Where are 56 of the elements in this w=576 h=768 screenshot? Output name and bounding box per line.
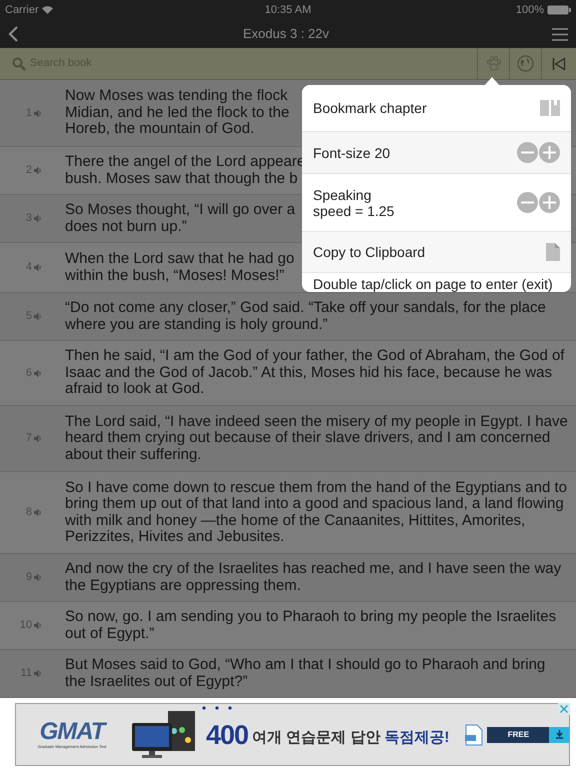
search-icon <box>12 56 26 70</box>
verse-text: Horeb, the mountain of God. <box>65 121 254 138</box>
verse-text: Midian, and he led the flock to the <box>65 104 290 122</box>
document-icon[interactable] <box>546 243 560 261</box>
verse-text: “Do not come any closer,” God said. “Take off your sandals, for the place where you are standing is holy ground.” <box>65 300 547 333</box>
menu-item-label[interactable]: Font-size 20 <box>313 144 390 160</box>
speaker-icon[interactable] <box>34 368 42 378</box>
speaker-icon[interactable] <box>34 669 42 678</box>
speaker-icon[interactable] <box>34 621 42 630</box>
ad-headline: 400 여개 연습문제 답안 독점제공! <box>206 720 450 748</box>
minus-icon[interactable] <box>517 192 538 213</box>
speaker-icon[interactable] <box>34 434 42 443</box>
plus-icon[interactable] <box>539 142 560 163</box>
verse-text: When the Lord saw that he had go <box>65 251 294 268</box>
menu-item-label[interactable]: Speaking speed = 1.25 <box>313 186 394 218</box>
book-icon[interactable] <box>540 99 560 117</box>
speaker-icon[interactable] <box>34 108 42 118</box>
plus-icon[interactable] <box>539 192 560 213</box>
verse-text: So I have come down to rescue them from the hand of the Egyptians and to bring them up out of that land into a good and spacious land, a land flowing with milk and honey —the home of the Canaanites, Hittites, Amorites, Perizzites, Hivites and Jebusites. <box>65 480 568 546</box>
close-icon[interactable] <box>558 703 570 715</box>
verse-text: within the bush, “Moses! Moses!” <box>65 268 284 284</box>
clock: 10:35 AM <box>264 2 312 18</box>
verse-text: But Moses said to God, “Who am I that I should go to Pharaoh and bring the Israelites out of Egypt?” <box>65 657 546 690</box>
menu-icon[interactable] <box>552 28 568 40</box>
skip-back-icon[interactable] <box>552 56 566 70</box>
paw-icon[interactable] <box>486 56 502 71</box>
verse-text: bush. Moses saw that though the b <box>65 170 298 187</box>
hint-text: Double tap/click on page to enter (exit) <box>313 276 553 292</box>
ad-logo: GMAT <box>40 720 104 744</box>
verse-text: The Lord said, “I have indeed seen the misery of my people in Egypt. I have heard them crying out because of their slave drivers, and I am concerned about their suffering. <box>65 414 569 464</box>
monitor-drawing <box>132 710 198 758</box>
screen-title: Exodus 3 : 22v <box>242 25 330 44</box>
back-icon[interactable] <box>8 26 20 42</box>
verse-text: And now the cry of the Israelites has reached me, and I have seen the way the Egyptians are oppressing them. <box>65 561 562 594</box>
verse-text: So now, go. I am sending you to Pharaoh to bring my people the Israelites out of Egypt.” <box>65 609 558 642</box>
verse-text: Then he said, “I am the God of your father, the God of Abraham, the God of Isaac and the God of Jacob.” At this, Moses hid his face, because he was afraid to look at God. <box>65 348 566 398</box>
dots-icon <box>202 706 232 710</box>
speaker-icon[interactable] <box>34 263 42 272</box>
globe-icon[interactable] <box>517 55 534 72</box>
minus-icon[interactable] <box>517 142 538 163</box>
menu-item-label[interactable]: Bookmark chapter <box>313 100 427 116</box>
battery-icon <box>547 5 571 15</box>
wifi-icon <box>42 6 53 14</box>
verse-text: So Moses thought, “I will go over a <box>65 202 296 218</box>
carrier-label: Carrier <box>5 2 39 18</box>
verse-text: does not burn up.” <box>65 218 187 235</box>
speaker-icon[interactable] <box>34 508 42 517</box>
verse-text: Now Moses was tending the flock <box>65 88 288 105</box>
speaker-icon[interactable] <box>34 214 42 223</box>
speaker-icon[interactable] <box>34 166 42 175</box>
download-icon <box>554 730 564 739</box>
speaker-icon[interactable] <box>34 312 42 321</box>
pdf-icon <box>465 724 484 746</box>
battery-label: 100% <box>516 2 544 18</box>
speaker-icon[interactable] <box>34 573 42 582</box>
menu-item-label[interactable]: Copy to Clipboard <box>313 244 426 260</box>
